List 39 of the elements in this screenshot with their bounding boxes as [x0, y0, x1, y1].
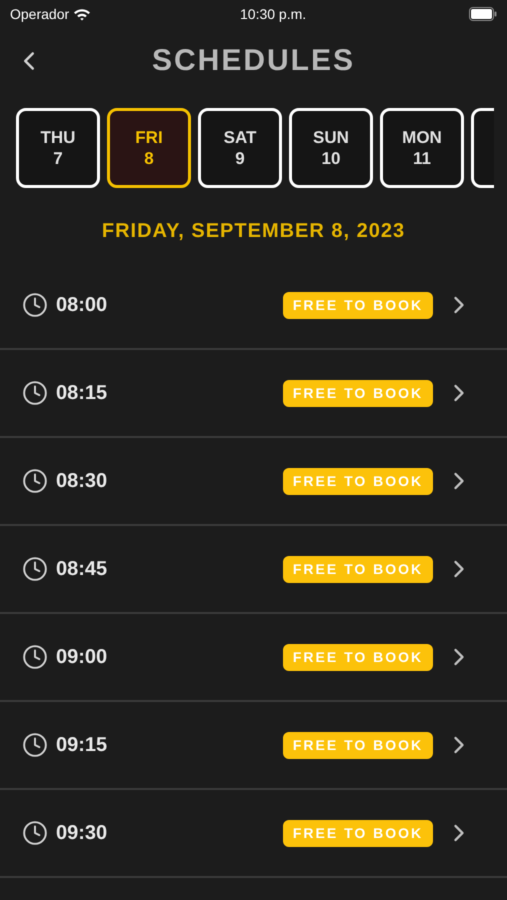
time-slot-row[interactable]: 08:30 FREE TO BOOK: [0, 438, 507, 526]
slot-time: 09:15: [56, 733, 108, 758]
day-chip[interactable]: SAT 9: [198, 108, 282, 188]
slot-time: 08:30: [56, 469, 108, 494]
day-chip[interactable]: FRI 8: [107, 108, 191, 188]
date-heading: FRIDAY, SEPTEMBER 8, 2023: [102, 219, 406, 244]
clock-icon: [22, 732, 48, 758]
status-time: 10:30 p.m.: [240, 4, 306, 24]
carrier-name: Operador: [10, 4, 70, 24]
availability-badge: FREE TO BOOK: [283, 468, 433, 494]
day-chip[interactable]: MON 11: [380, 108, 464, 188]
slot-time: 08:00: [56, 293, 108, 318]
page-title: SCHEDULES: [152, 42, 356, 78]
battery-icon: [469, 7, 497, 21]
day-chip[interactable]: THU 7: [16, 108, 100, 188]
time-slot-row[interactable]: 09:00 FREE TO BOOK: [0, 614, 507, 702]
time-slot-row[interactable]: 08:00 FREE TO BOOK: [0, 262, 507, 350]
time-slot-row[interactable]: 08:15 FREE TO BOOK: [0, 350, 507, 438]
availability-badge: FREE TO BOOK: [283, 292, 433, 318]
availability-badge: FREE TO BOOK: [283, 820, 433, 846]
slot-time: 08:45: [56, 557, 108, 582]
time-slot-row[interactable]: 09:30 FREE TO BOOK: [0, 790, 507, 878]
slot-time: 09:00: [56, 645, 108, 670]
availability-badge: FREE TO BOOK: [283, 732, 433, 758]
wifi-icon: [73, 8, 92, 20]
clock-icon: [22, 380, 48, 406]
day-chip[interactable]: SUN 10: [289, 108, 373, 188]
availability-badge: FREE TO BOOK: [283, 380, 433, 406]
clock-icon: [22, 556, 48, 582]
clock-icon: [22, 468, 48, 494]
time-slot-row[interactable]: 08:45 FREE TO BOOK: [0, 526, 507, 614]
time-slot-row[interactable]: 09:15 FREE TO BOOK: [0, 702, 507, 790]
clock-icon: [22, 820, 48, 846]
slot-time: 08:15: [56, 381, 108, 406]
slot-time: 09:30: [56, 821, 108, 846]
clock-icon: [22, 292, 48, 318]
availability-badge: FREE TO BOOK: [283, 556, 433, 582]
clock-icon: [22, 644, 48, 670]
availability-badge: FREE TO BOOK: [283, 644, 433, 670]
